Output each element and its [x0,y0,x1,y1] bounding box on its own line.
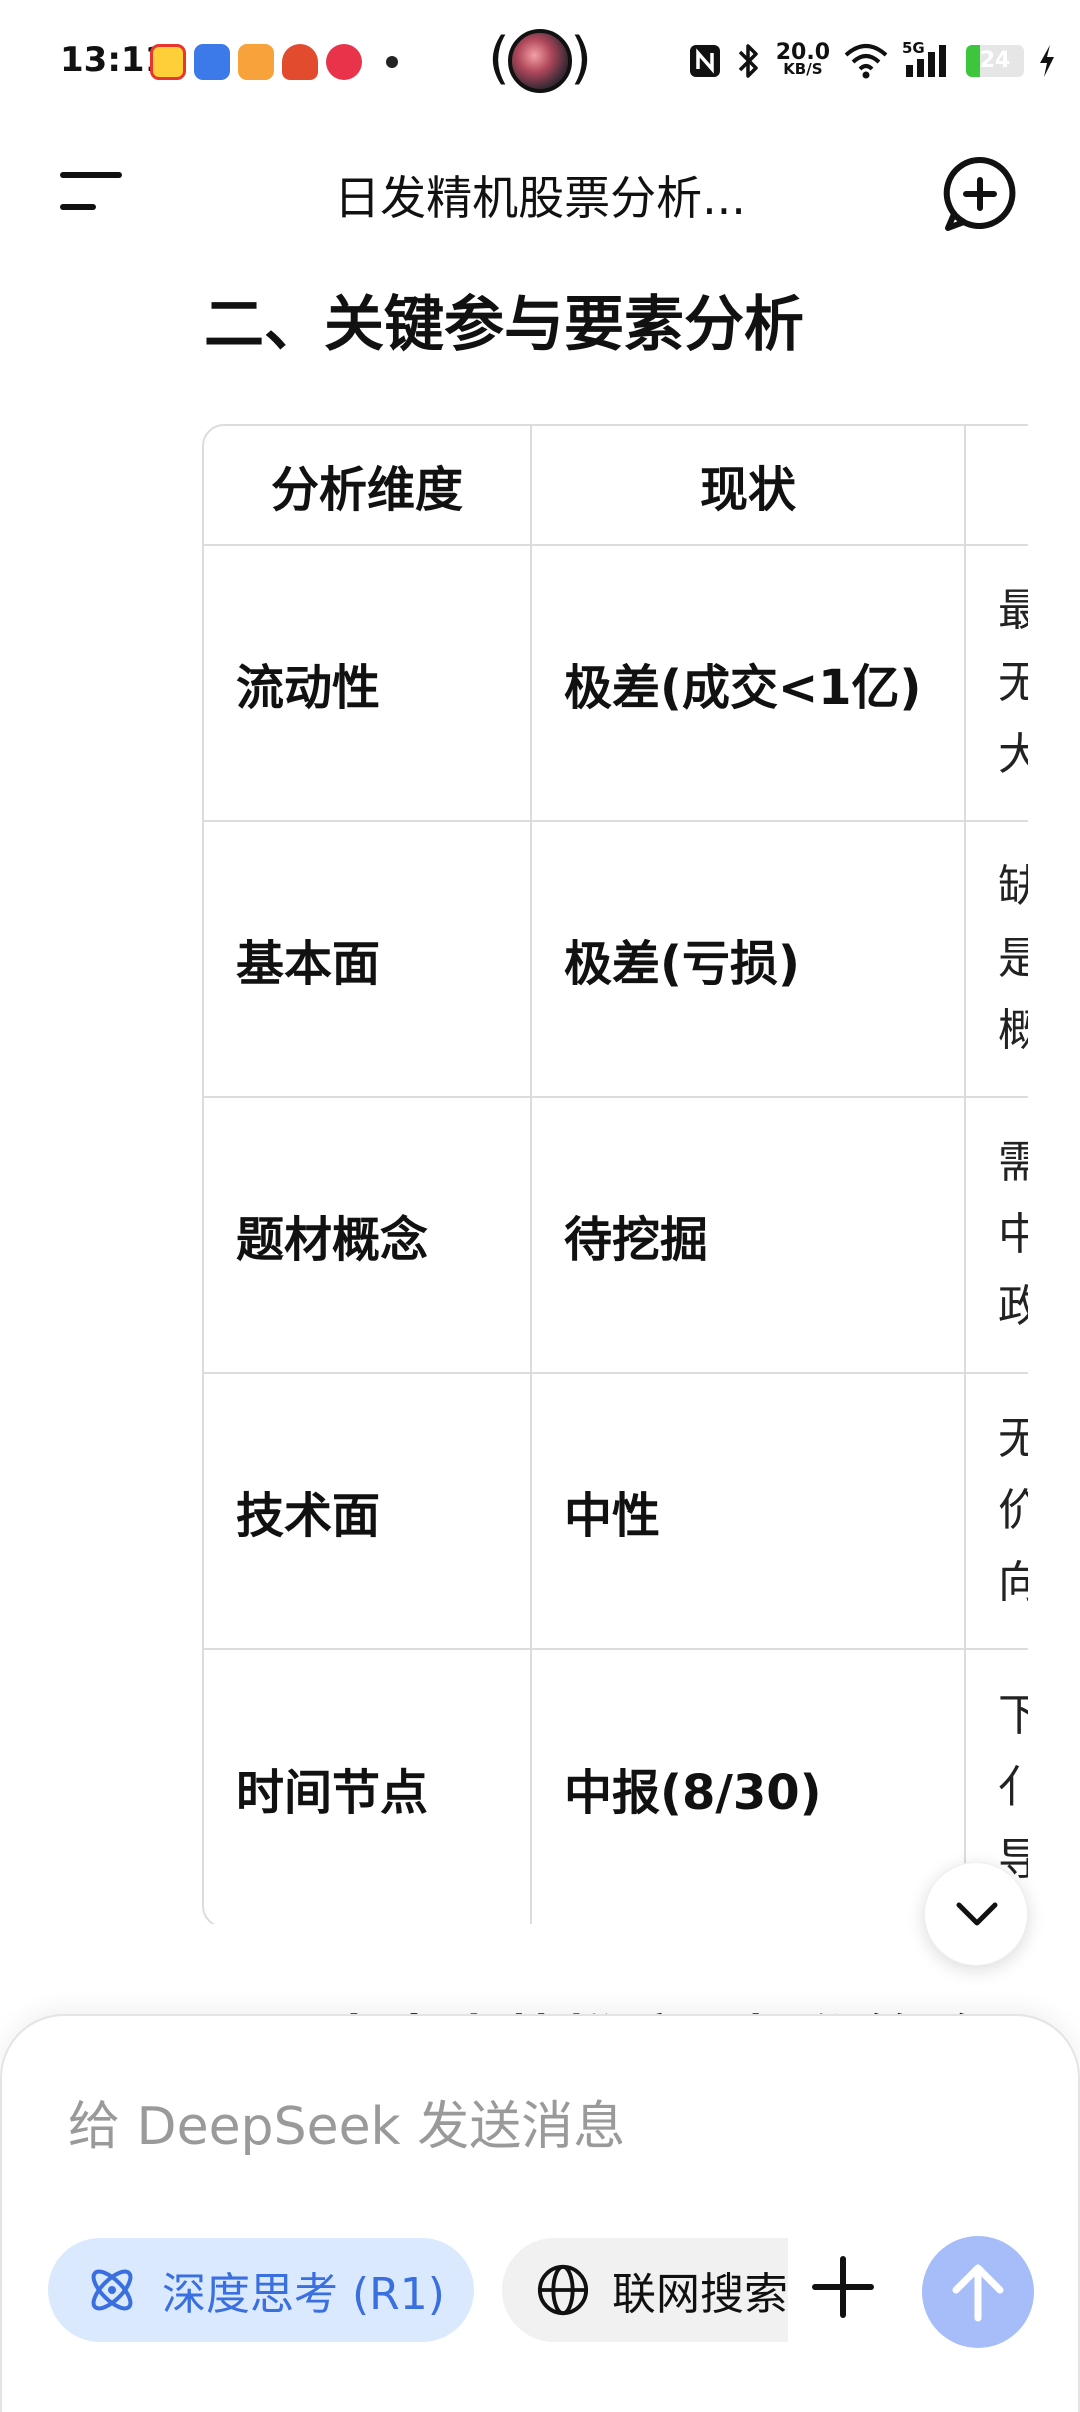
app-blue-icon [194,44,230,80]
table-header-row: 分析维度 现状 [204,426,1028,546]
table-row: 技术面 中性 无 价 向 [204,1374,1028,1650]
conversation-title[interactable]: 日发精机股票分析... [200,162,880,228]
row-dimension: 基本面 [204,822,532,1098]
send-button[interactable] [922,2236,1034,2348]
row-third-clipped: 无 价 向 [966,1374,1028,1650]
menu-line-top [60,172,122,178]
status-bar: 13:11 ( ) 20.0 KB/S 5G 24 [0,0,1080,124]
cellular-signal: 5G [902,39,952,79]
menu-button[interactable] [60,166,126,218]
section-heading: 二、关键参与要素分析 [204,290,804,360]
analysis-table: 分析维度 现状 流动性 极差(成交<1亿) 最 无 大 基本面 极差(亏损) 缺… [202,424,1028,1924]
plus-icon-vertical [840,2256,846,2318]
row-status: 极差(亏损) [532,822,966,1098]
column-header-third [966,426,1028,546]
row-dimension: 技术面 [204,1374,532,1650]
battery-level: 24 [979,48,1011,73]
row-dimension: 流动性 [204,546,532,822]
row-third-clipped: 需 中 政 [966,1098,1028,1374]
network-speed-unit: KB/S [783,60,823,78]
weibo-icon [150,44,186,80]
row-status: 待挖掘 [532,1098,966,1374]
arrow-up-icon [952,2264,1004,2322]
row-status: 中性 [532,1374,966,1650]
web-search-toggle[interactable]: 联网搜索 [502,2238,788,2342]
table-row: 题材概念 待挖掘 需 中 政 [204,1098,1028,1374]
more-notifications-dot [386,56,398,68]
web-search-label: 联网搜索 [612,2269,788,2320]
row-status: 极差(成交<1亿) [532,546,966,822]
paren-left-icon: ( [488,26,510,91]
nfc-icon [689,45,720,77]
row-dimension: 题材概念 [204,1098,532,1374]
attach-button[interactable] [808,2252,878,2322]
music-app-icon [326,44,362,80]
message-input[interactable]: 给 DeepSeek 发送消息 [68,2084,625,2159]
wifi-icon [844,44,888,79]
deep-think-label: 深度思考 (R1) [162,2269,445,2320]
table-row: 流动性 极差(成交<1亿) 最 无 大 [204,546,1028,822]
notification-icons [150,42,398,82]
row-dimension: 时间节点 [204,1650,532,1924]
signal-bars-icon [906,45,946,77]
column-header-status: 现状 [532,426,966,546]
dynamic-island-avatar[interactable]: ( ) [488,26,592,96]
avatar [508,29,572,93]
column-header-dimension: 分析维度 [204,426,532,546]
row-status: 中报(8/30) [532,1650,966,1924]
menu-line-bottom [60,204,96,210]
red-app-icon [282,44,318,80]
row-third-clipped: 最 无 大 [966,546,1028,822]
deep-think-toggle[interactable]: 深度思考 (R1) [48,2238,474,2342]
network-speed-value: 20.0 [775,40,830,65]
bluetooth-icon [738,44,758,78]
scroll-to-bottom-button[interactable] [924,1862,1028,1966]
row-third-clipped: 缺 是 概 [966,822,1028,1098]
table-row: 时间节点 中报(8/30) 下 亻 导 [204,1650,1028,1924]
chevron-down-icon [956,1902,998,1926]
charging-icon [1040,45,1054,77]
system-icons: 20.0 KB/S 5G 24 [688,36,1056,86]
video-app-icon [238,44,274,80]
battery-indicator: 24 [966,45,1024,77]
paren-right-icon: ) [570,26,592,91]
atom-icon [91,2269,133,2311]
new-chat-button[interactable] [940,154,1020,234]
new-chat-icon [943,156,1016,231]
globe-icon [537,2264,589,2316]
app-header: 日发精机股票分析... [0,124,1080,264]
table-scroll-container[interactable]: 分析维度 现状 流动性 极差(成交<1亿) 最 无 大 基本面 极差(亏损) 缺… [202,424,1028,1924]
table-row: 基本面 极差(亏损) 缺 是 概 [204,822,1028,1098]
message-composer: 给 DeepSeek 发送消息 深度思考 (R1) 联网搜索 [0,2014,1080,2412]
network-speed: 20.0 KB/S [775,40,830,78]
